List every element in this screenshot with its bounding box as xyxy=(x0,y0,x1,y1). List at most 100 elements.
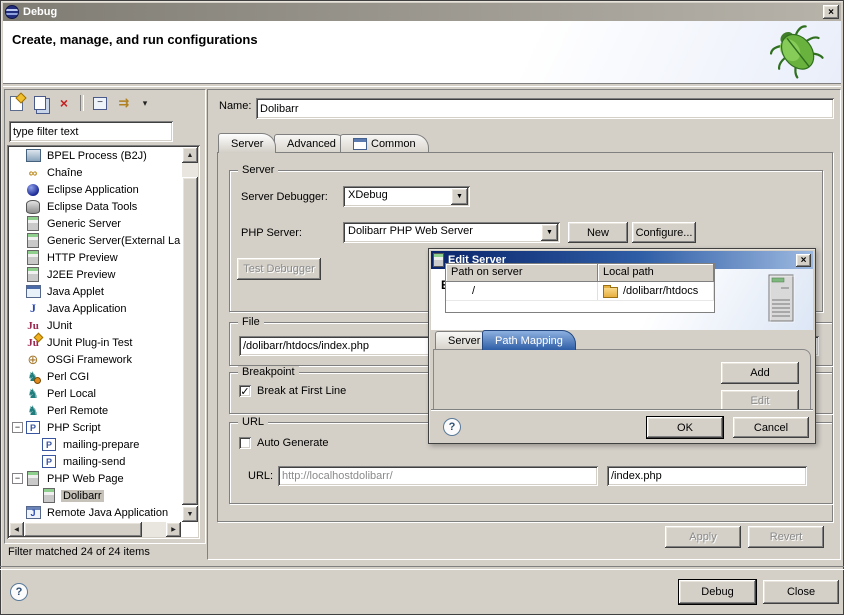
perl-local-icon: ♞ xyxy=(27,386,39,402)
ok-button[interactable]: OK xyxy=(647,417,723,438)
tree-item-label: HTTP Preview xyxy=(45,252,120,264)
scroll-right-button[interactable]: ▶ xyxy=(166,522,181,537)
tree-item-generic-server-external-la[interactable]: Generic Server(External La xyxy=(9,232,181,249)
auto-generate-checkbox[interactable] xyxy=(239,437,251,449)
tree-item-bpel-process-b2j[interactable]: BPEL Process (B2J) xyxy=(9,147,181,164)
tree-item-generic-server[interactable]: Generic Server xyxy=(9,215,181,232)
window-titlebar[interactable]: Debug × xyxy=(3,3,841,21)
scroll-track[interactable] xyxy=(142,522,166,537)
tree-item-junit[interactable]: JuJUnit xyxy=(9,317,181,334)
filter-input[interactable] xyxy=(9,121,173,142)
scroll-thumb[interactable] xyxy=(24,522,142,537)
php-script-icon: P xyxy=(41,438,57,452)
scroll-left-button[interactable]: ◀ xyxy=(9,522,24,537)
php-server-label: PHP Server: xyxy=(241,227,302,239)
dialog-tab-path-mapping[interactable]: Path Mapping xyxy=(482,330,576,350)
configure-server-button[interactable]: Configure... xyxy=(632,222,696,243)
name-input[interactable] xyxy=(256,98,834,119)
tree-indent xyxy=(12,354,23,365)
tab-label: Common xyxy=(371,138,416,150)
tree-indent xyxy=(28,490,39,501)
delete-configuration-button[interactable]: × xyxy=(56,95,72,111)
tree-expander-icon[interactable]: − xyxy=(12,422,23,433)
tree-item-cha-ne[interactable]: ∞Chaîne xyxy=(9,164,181,181)
tree-indent xyxy=(12,218,23,229)
filter-icon: ⇉ xyxy=(119,95,130,111)
php-script-icon: P xyxy=(26,421,40,434)
tree-item-osgi-framework[interactable]: ⊕OSGi Framework xyxy=(9,351,181,368)
remote-java-icon: J xyxy=(25,506,41,520)
php-script-icon: P xyxy=(41,455,57,469)
bpel-process-icon xyxy=(26,149,41,162)
filter-menu-button[interactable]: ▾ xyxy=(140,95,150,111)
tree-item-label: BPEL Process (B2J) xyxy=(45,150,149,162)
close-button[interactable]: Close xyxy=(763,580,839,604)
tree-item-php-script[interactable]: −PPHP Script xyxy=(9,419,181,436)
tab-advanced[interactable]: Advanced xyxy=(274,134,349,153)
new-configuration-button[interactable] xyxy=(8,95,24,111)
scroll-thumb[interactable] xyxy=(182,177,198,505)
tree-item-eclipse-data-tools[interactable]: Eclipse Data Tools xyxy=(9,198,181,215)
add-mapping-button[interactable]: Add xyxy=(721,362,799,384)
dialog-help-button[interactable]: ? xyxy=(443,418,461,436)
dialog-close-button[interactable]: × xyxy=(796,254,811,267)
tree-item-dolibarr[interactable]: Dolibarr xyxy=(9,487,181,504)
duplicate-configuration-button[interactable] xyxy=(32,95,48,111)
tree-item-j2ee-preview[interactable]: J2EE Preview xyxy=(9,266,181,283)
filter-button[interactable]: ⇉ xyxy=(116,95,132,111)
edit-server-dialog: Edit Server × Edit Server Path Mapping C… xyxy=(428,248,816,444)
tree-item-junit-plug-in-test[interactable]: JuJUnit Plug-in Test xyxy=(9,334,181,351)
break-first-line-checkbox[interactable]: ✓ xyxy=(239,385,251,397)
tab-common[interactable]: Common xyxy=(340,134,429,153)
column-local-path[interactable]: Local path xyxy=(598,264,714,282)
tree-item-perl-cgi[interactable]: ♞Perl CGI xyxy=(9,368,181,385)
help-button[interactable]: ? xyxy=(10,583,28,601)
tab-server[interactable]: Server xyxy=(218,133,276,153)
url-group-label: URL xyxy=(238,416,268,428)
tree-indent xyxy=(12,150,23,161)
cancel-button[interactable]: Cancel xyxy=(733,417,809,438)
tree-item-mailing-send[interactable]: Pmailing-send xyxy=(9,453,181,470)
revert-button[interactable]: Revert xyxy=(748,526,824,548)
combo-arrow-icon[interactable]: ▼ xyxy=(451,188,468,205)
tree-item-label: Eclipse Application xyxy=(45,184,141,196)
toolbar-separator xyxy=(80,95,84,111)
tree-indent xyxy=(12,167,23,178)
url-path-input[interactable] xyxy=(607,466,807,486)
tree-item-eclipse-application[interactable]: Eclipse Application xyxy=(9,181,181,198)
apply-button[interactable]: Apply xyxy=(665,526,741,548)
tree-item-label: Generic Server xyxy=(45,218,123,230)
server-debugger-combo[interactable]: XDebug ▼ xyxy=(343,186,470,207)
window-close-button[interactable]: × xyxy=(823,5,839,19)
scroll-track[interactable] xyxy=(182,163,198,177)
server-icon xyxy=(25,268,41,282)
debug-button[interactable]: Debug xyxy=(679,580,756,604)
table-header-row: Path on server Local path xyxy=(446,264,714,282)
tree-item-mailing-prepare[interactable]: Pmailing-prepare xyxy=(9,436,181,453)
new-server-button[interactable]: New xyxy=(568,222,628,243)
tree-item-http-preview[interactable]: HTTP Preview xyxy=(9,249,181,266)
tab-label: Server xyxy=(231,138,263,150)
tree-item-java-application[interactable]: JJava Application xyxy=(9,300,181,317)
tree-item-remote-java-application[interactable]: JRemote Java Application xyxy=(9,504,181,521)
test-debugger-button[interactable]: Test Debugger xyxy=(237,258,321,280)
debug-configurations-window: Debug × Create, manage, and run configur… xyxy=(0,0,844,615)
scroll-up-button[interactable]: ▲ xyxy=(182,147,198,163)
tree-item-php-web-page[interactable]: −PHP Web Page xyxy=(9,470,181,487)
combo-arrow-icon[interactable]: ▼ xyxy=(541,224,558,241)
perl-remote-icon: ♞ xyxy=(27,403,39,419)
tree-horizontal-scrollbar[interactable]: ◀ ▶ xyxy=(9,522,181,537)
tree-item-java-applet[interactable]: Java Applet xyxy=(9,283,181,300)
tree-vertical-scrollbar[interactable]: ▲ ▼ xyxy=(182,147,198,522)
tree-item-perl-remote[interactable]: ♞Perl Remote xyxy=(9,402,181,419)
sidebar-toolbar: × − ⇉ ▾ xyxy=(8,92,150,114)
php-server-combo[interactable]: Dolibarr PHP Web Server ▼ xyxy=(343,222,560,243)
tree-item-perl-local[interactable]: ♞Perl Local xyxy=(9,385,181,402)
collapse-all-button[interactable]: − xyxy=(92,95,108,111)
table-row[interactable]: / /dolibarr/htdocs xyxy=(446,282,714,300)
scroll-down-button[interactable]: ▼ xyxy=(182,506,198,522)
tree-expander-icon[interactable]: − xyxy=(12,473,23,484)
column-path-on-server[interactable]: Path on server xyxy=(446,264,598,282)
auto-generate-label: Auto Generate xyxy=(257,437,329,449)
tree-item-label: Java Application xyxy=(45,303,129,315)
